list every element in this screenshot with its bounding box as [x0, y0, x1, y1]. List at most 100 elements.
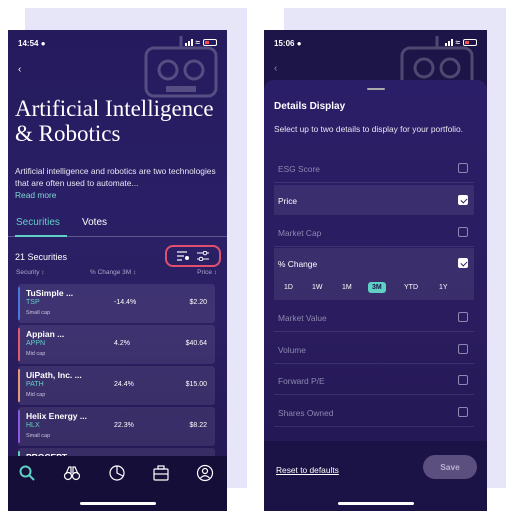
- option-checkbox[interactable]: [458, 227, 468, 237]
- read-more-link[interactable]: Read more: [15, 190, 56, 200]
- option-checkbox[interactable]: [458, 375, 468, 385]
- option-checkbox[interactable]: [458, 344, 468, 354]
- binoculars-icon[interactable]: [63, 464, 81, 482]
- details-display-icon[interactable]: [177, 251, 189, 261]
- home-indicator: [337, 502, 414, 505]
- active-tab-indicator: [15, 235, 67, 237]
- option-label: Market Cap: [278, 228, 322, 238]
- security-price: $2.20: [189, 299, 207, 306]
- security-ticker: HLX: [26, 422, 40, 429]
- security-row[interactable]: Helix Energy ... HLX Small cap 22.3% $8.…: [18, 407, 215, 446]
- back-button[interactable]: ‹: [274, 63, 277, 74]
- security-price: $8.22: [189, 422, 207, 429]
- option-checkbox[interactable]: [458, 195, 468, 205]
- security-name: Appian ...: [26, 329, 65, 339]
- option-label: Price: [278, 196, 298, 206]
- option-checkbox[interactable]: [458, 258, 468, 268]
- sheet-subtitle: Select up to two details to display for …: [274, 124, 464, 134]
- option-label: Volume: [278, 345, 306, 355]
- column-security[interactable]: Security ↕: [16, 269, 45, 276]
- bottom-nav: [8, 456, 227, 511]
- security-price: $40.64: [185, 340, 207, 347]
- period-1d[interactable]: 1D: [284, 284, 293, 291]
- security-cap: Mid cap: [26, 351, 46, 357]
- security-cap: Small cap: [26, 433, 51, 439]
- signal-icon: [184, 39, 193, 46]
- profile-icon[interactable]: [196, 464, 214, 482]
- row-color-bar: [18, 287, 20, 320]
- security-cap: Mid cap: [26, 392, 46, 398]
- filter-sliders-icon[interactable]: [197, 251, 209, 261]
- security-ticker: APPN: [26, 340, 46, 347]
- tab-votes[interactable]: Votes: [82, 217, 107, 228]
- back-button[interactable]: ‹: [18, 64, 21, 75]
- status-time: 15:06: [274, 39, 295, 48]
- column-price[interactable]: Price ↕: [197, 269, 217, 276]
- option-label: % Change: [278, 259, 318, 269]
- sheet-drag-handle[interactable]: [366, 88, 385, 90]
- tab-bar: Securities Votes: [8, 215, 227, 237]
- option-market-value[interactable]: Market Value: [274, 302, 474, 332]
- security-change: 22.3%: [114, 422, 134, 429]
- row-color-bar: [18, 328, 20, 361]
- list-options-group: [165, 245, 221, 267]
- period-1y[interactable]: 1Y: [439, 284, 448, 291]
- wifi-icon: ≈: [195, 38, 200, 47]
- period-selector: 1D 1W 1M 3M YTD 1Y: [274, 278, 474, 300]
- security-name: TuSimple ...: [26, 288, 74, 298]
- option-volume[interactable]: Volume: [274, 334, 474, 364]
- page-title: Artificial Intelligence & Robotics: [15, 96, 214, 146]
- option-forward-pe[interactable]: Forward P/E: [274, 365, 474, 395]
- option-shares-owned[interactable]: Shares Owned: [274, 397, 474, 427]
- column-change[interactable]: % Change 3M ↕: [90, 269, 136, 276]
- period-1m[interactable]: 1M: [342, 284, 352, 291]
- option-checkbox[interactable]: [458, 163, 468, 173]
- option-esg-score[interactable]: ESG Score: [274, 153, 474, 183]
- battery-icon: [463, 39, 477, 46]
- status-bar: 15:06 ● ≈: [264, 30, 487, 52]
- period-1w[interactable]: 1W: [312, 284, 323, 291]
- search-icon[interactable]: [18, 464, 36, 482]
- option-checkbox[interactable]: [458, 407, 468, 417]
- option-label: Shares Owned: [278, 408, 334, 418]
- save-button[interactable]: Save: [423, 455, 477, 479]
- security-cap: Small cap: [26, 310, 51, 316]
- reset-defaults-link[interactable]: Reset to defaults: [276, 465, 339, 475]
- option-market-cap[interactable]: Market Cap: [274, 217, 474, 247]
- details-display-screen: 15:06 ● ≈ ‹ Details Display Select up to…: [264, 30, 487, 511]
- home-indicator: [79, 502, 156, 505]
- security-row[interactable]: TuSimple ... TSP Small cap -14.4% $2.20: [18, 284, 215, 323]
- details-display-sheet: Details Display Select up to two details…: [264, 80, 487, 511]
- option-checkbox[interactable]: [458, 312, 468, 322]
- theme-detail-screen: 14:54 ● ≈ ‹ Artificial Intelligence & Ro…: [8, 30, 227, 511]
- security-change: -14.4%: [114, 299, 137, 306]
- security-row[interactable]: UiPath, Inc. ... PATH Mid cap 24.4% $15.…: [18, 366, 215, 405]
- option-price[interactable]: Price: [274, 185, 474, 215]
- pie-chart-icon[interactable]: [108, 464, 126, 482]
- security-price: $15.00: [185, 381, 207, 388]
- battery-icon: [203, 39, 217, 46]
- security-change: 4.2%: [114, 340, 130, 347]
- wifi-icon: ≈: [455, 38, 460, 47]
- sheet-footer: Reset to defaults Save: [264, 441, 487, 511]
- period-3m[interactable]: 3M: [368, 282, 386, 293]
- option-label: ESG Score: [278, 164, 320, 174]
- signal-icon: [444, 39, 453, 46]
- row-color-bar: [18, 369, 20, 402]
- security-name: UiPath, Inc. ...: [26, 370, 82, 380]
- tab-securities[interactable]: Securities: [16, 217, 60, 228]
- row-color-bar: [18, 410, 20, 443]
- briefcase-icon[interactable]: [152, 464, 170, 482]
- security-row[interactable]: Appian ... APPN Mid cap 4.2% $40.64: [18, 325, 215, 364]
- security-change: 24.4%: [114, 381, 134, 388]
- option-label: Market Value: [278, 313, 327, 323]
- option-label: Forward P/E: [278, 376, 325, 386]
- status-bar: 14:54 ● ≈: [8, 30, 227, 52]
- option-percent-change[interactable]: % Change: [274, 248, 474, 278]
- period-ytd[interactable]: YTD: [404, 284, 418, 291]
- security-ticker: PATH: [26, 381, 44, 388]
- security-name: Helix Energy ...: [26, 411, 87, 421]
- securities-count: 21 Securities: [15, 252, 68, 262]
- theme-description: Artificial intelligence and robotics are…: [15, 166, 216, 188]
- status-time: 14:54: [18, 39, 39, 48]
